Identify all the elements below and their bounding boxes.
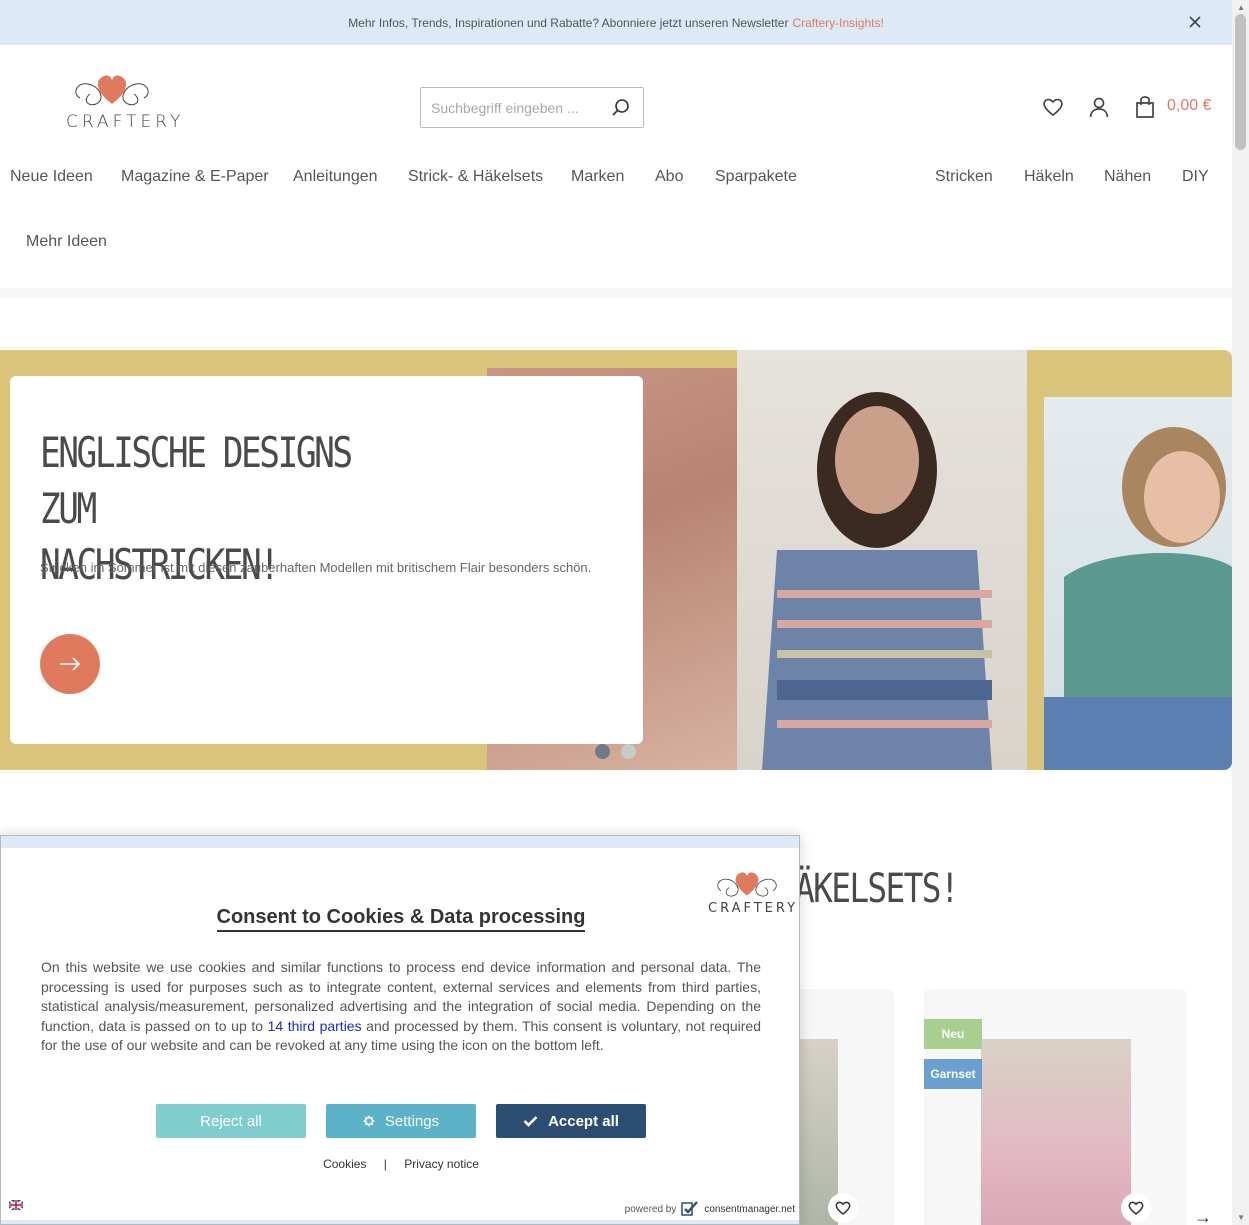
flag-icon[interactable] xyxy=(9,1200,23,1210)
consent-links: Cookies | Privacy notice xyxy=(1,1157,799,1171)
consent-text: On this website we use cookies and simil… xyxy=(41,958,761,1056)
reject-all-button[interactable]: Reject all xyxy=(156,1104,306,1138)
heart-icon xyxy=(1128,1201,1144,1215)
accept-all-label: Accept all xyxy=(548,1112,619,1130)
scroll-up-icon[interactable]: ▲ xyxy=(1237,3,1245,12)
link-separator: | xyxy=(383,1157,387,1171)
consentmanager-brand: consentmanager.net xyxy=(704,1203,795,1215)
badge-garnset: Garnset xyxy=(924,1059,982,1089)
consent-title: Consent to Cookies & Data processing xyxy=(1,906,799,932)
hero-image-striped-top xyxy=(737,350,1027,770)
wishlist-button[interactable] xyxy=(1121,1193,1151,1223)
newsletter-link[interactable]: Craftery-Insights! xyxy=(792,16,883,30)
checkmark-icon xyxy=(523,1116,538,1127)
reject-all-label: Reject all xyxy=(200,1112,262,1130)
hero-image-green-sweater xyxy=(1044,397,1232,770)
notice-text: Mehr Infos, Trends, Inspirationen und Ra… xyxy=(348,15,789,30)
logo-heart-icon xyxy=(75,75,149,106)
gear-icon xyxy=(363,1115,375,1127)
consent-title-text: Consent to Cookies & Data processing xyxy=(216,906,586,932)
badge-new: Neu xyxy=(924,1019,982,1049)
heart-icon xyxy=(835,1201,851,1215)
arrow-right-icon xyxy=(60,657,81,671)
scrollbar[interactable]: ▲ ▼ xyxy=(1232,0,1249,1225)
carousel-next-icon[interactable]: → xyxy=(1194,1207,1212,1225)
hero-title-line-1: ENGLISCHE DESIGNS ZUM xyxy=(40,428,353,533)
section-title: ÄKELSETS! xyxy=(795,866,960,912)
hero-cta-button[interactable] xyxy=(40,634,100,694)
scroll-down-icon[interactable]: ▼ xyxy=(1237,1213,1245,1222)
nav-item-mehr-ideen[interactable]: Mehr Ideen xyxy=(26,233,107,251)
newsletter-notice-bar: Mehr Infos, Trends, Inspirationen und Ra… xyxy=(0,0,1232,45)
nav-item-abo[interactable]: Abo xyxy=(655,168,683,186)
search-icon[interactable] xyxy=(611,98,631,118)
nav-item-sparpakete[interactable]: Sparpakete xyxy=(715,168,797,186)
nav-item-marken[interactable]: Marken xyxy=(571,168,624,186)
nav-item-magazine[interactable]: Magazine & E-Paper xyxy=(121,168,269,186)
nav-item-neue-ideen[interactable]: Neue Ideen xyxy=(10,168,93,186)
search-input[interactable] xyxy=(421,88,601,127)
scrollbar-thumb[interactable] xyxy=(1235,14,1246,150)
nav-item-anleitungen[interactable]: Anleitungen xyxy=(293,168,378,186)
hero-text: Stricken im Sommer ist mit diesen zauber… xyxy=(40,560,592,575)
hero-model-illustration xyxy=(762,392,992,770)
consent-top-bar xyxy=(1,836,799,848)
slider-dot-2[interactable] xyxy=(621,744,636,759)
consent-bottom-bar xyxy=(1,1220,799,1224)
nav-item-strick-haekelsets[interactable]: Strick- & Häkelsets xyxy=(408,168,543,186)
nav-item-naehen[interactable]: Nähen xyxy=(1104,168,1151,186)
powered-by[interactable]: powered by consentmanager.net xyxy=(625,1200,795,1218)
third-parties-link[interactable]: 14 third parties xyxy=(268,1018,362,1034)
slider-dot-1[interactable] xyxy=(595,744,610,759)
logo-heart-icon xyxy=(717,872,777,897)
search-box xyxy=(420,87,644,128)
accept-all-button[interactable]: Accept all xyxy=(496,1104,646,1138)
cart-total[interactable]: 0,00 € xyxy=(1167,97,1211,115)
shopping-bag-icon[interactable] xyxy=(1133,95,1157,119)
consentmanager-logo-icon xyxy=(681,1201,699,1216)
logo-text: CRAFTERY xyxy=(66,112,185,132)
nav-item-haekeln[interactable]: Häkeln xyxy=(1024,168,1074,186)
page: Mehr Infos, Trends, Inspirationen und Ra… xyxy=(0,0,1249,1225)
settings-label: Settings xyxy=(384,1112,440,1130)
consent-dialog: CRAFTERY Consent to Cookies & Data proce… xyxy=(0,835,800,1225)
nav-divider xyxy=(0,288,1232,298)
nav-item-diy[interactable]: DIY xyxy=(1182,168,1209,186)
nav-item-stricken[interactable]: Stricken xyxy=(935,168,993,186)
wishlist-button[interactable] xyxy=(828,1193,858,1223)
settings-button[interactable]: Settings xyxy=(326,1104,476,1138)
cookies-link[interactable]: Cookies xyxy=(323,1157,366,1171)
powered-by-label: powered by xyxy=(624,1203,677,1215)
heart-icon[interactable] xyxy=(1041,95,1065,119)
hero-child-illustration xyxy=(1044,427,1232,770)
product-image[interactable] xyxy=(981,1039,1131,1225)
close-icon[interactable] xyxy=(1186,13,1204,31)
privacy-notice-link[interactable]: Privacy notice xyxy=(404,1157,479,1171)
product-card[interactable]: Neu Garnset xyxy=(924,989,1187,1225)
site-logo[interactable]: CRAFTERY xyxy=(66,70,185,136)
user-icon[interactable] xyxy=(1087,95,1111,119)
